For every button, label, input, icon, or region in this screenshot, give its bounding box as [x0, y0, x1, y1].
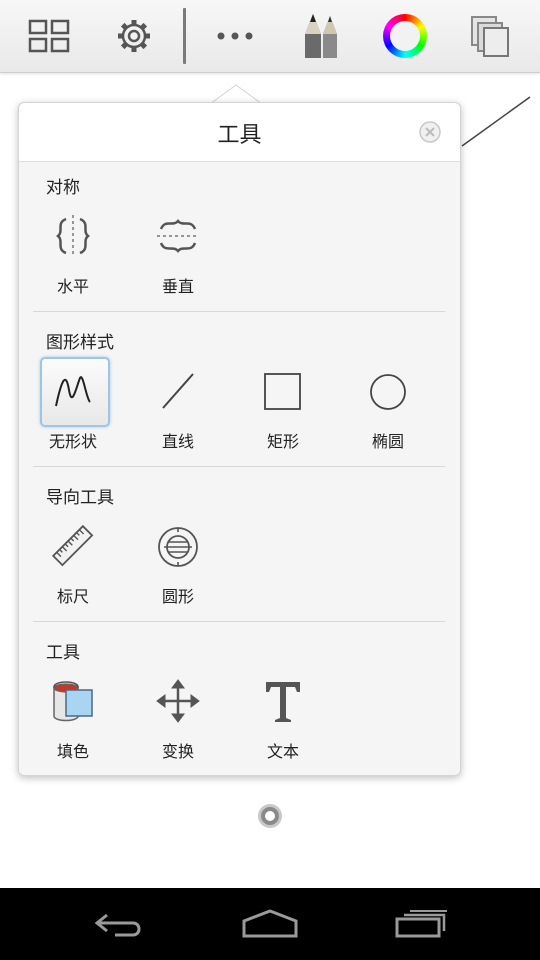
toolbar-divider — [183, 8, 186, 64]
tool-label: 水平 — [56, 277, 89, 296]
tool-label: 变换 — [161, 742, 194, 761]
section-title-tools: 工具 — [46, 643, 80, 663]
tool-label: 垂直 — [161, 277, 194, 296]
freeform-icon — [48, 366, 98, 416]
tool-freeform[interactable]: 无形状 — [28, 366, 118, 466]
tool-ruler[interactable]: 标尺 — [28, 521, 118, 621]
grid-icon[interactable] — [21, 8, 77, 64]
section-divider — [33, 311, 445, 312]
tool-label: 无形状 — [48, 432, 97, 451]
home-icon[interactable] — [225, 900, 315, 948]
color-wheel-icon[interactable] — [377, 8, 433, 64]
more-icon[interactable] — [207, 8, 263, 64]
section-title-symmetry: 对称 — [46, 178, 80, 198]
tool-label: 直线 — [161, 432, 194, 451]
transform-icon — [153, 676, 203, 726]
brushes-icon[interactable] — [292, 8, 348, 64]
section-title-shape-style: 图形样式 — [46, 333, 114, 353]
tool-label: 填色 — [56, 742, 89, 761]
section-divider — [33, 466, 445, 467]
tool-line[interactable]: 直线 — [133, 366, 223, 466]
top-toolbar — [0, 0, 540, 73]
tool-text[interactable]: 文本 — [238, 676, 328, 776]
ruler-icon — [48, 521, 98, 571]
fill-bucket-icon — [48, 676, 98, 726]
circle-guide-icon — [153, 521, 203, 571]
popover-header: 工具 — [19, 103, 460, 162]
tool-label: 椭圆 — [371, 432, 404, 451]
tool-label: 文本 — [266, 742, 299, 761]
close-icon[interactable] — [418, 120, 442, 144]
tool-rectangle[interactable]: 矩形 — [238, 366, 328, 466]
section-divider — [33, 621, 445, 622]
recents-icon[interactable] — [376, 900, 466, 948]
popover-title: 工具 — [217, 123, 262, 148]
tool-label: 圆形 — [161, 587, 194, 606]
tool-label: 标尺 — [56, 587, 89, 606]
tools-popover: 工具 对称 水平 垂直 图形样式 无形状 直线 矩形 椭圆 导向工具 标尺 圆形… — [18, 102, 461, 776]
tool-fill[interactable]: 填色 — [28, 676, 118, 776]
rectangle-icon — [258, 366, 308, 416]
toolbar-handle-icon[interactable] — [257, 803, 283, 829]
tool-circle-guide[interactable]: 圆形 — [133, 521, 223, 621]
tool-symmetry-horizontal[interactable]: 水平 — [28, 211, 118, 311]
tool-transform[interactable]: 变换 — [133, 676, 223, 776]
system-nav-bar — [0, 888, 540, 960]
tool-symmetry-vertical[interactable]: 垂直 — [133, 211, 223, 311]
gear-icon[interactable] — [106, 8, 162, 64]
symmetry-horizontal-icon — [48, 211, 98, 261]
back-icon[interactable] — [75, 900, 165, 948]
tool-ellipse[interactable]: 椭圆 — [343, 366, 433, 466]
text-icon — [258, 676, 308, 726]
ellipse-icon — [363, 366, 413, 416]
line-icon — [153, 366, 203, 416]
layers-icon[interactable] — [462, 8, 518, 64]
popover-caret — [210, 84, 262, 104]
symmetry-vertical-icon — [153, 211, 203, 261]
tool-label: 矩形 — [266, 432, 299, 451]
section-title-guides: 导向工具 — [46, 488, 114, 508]
